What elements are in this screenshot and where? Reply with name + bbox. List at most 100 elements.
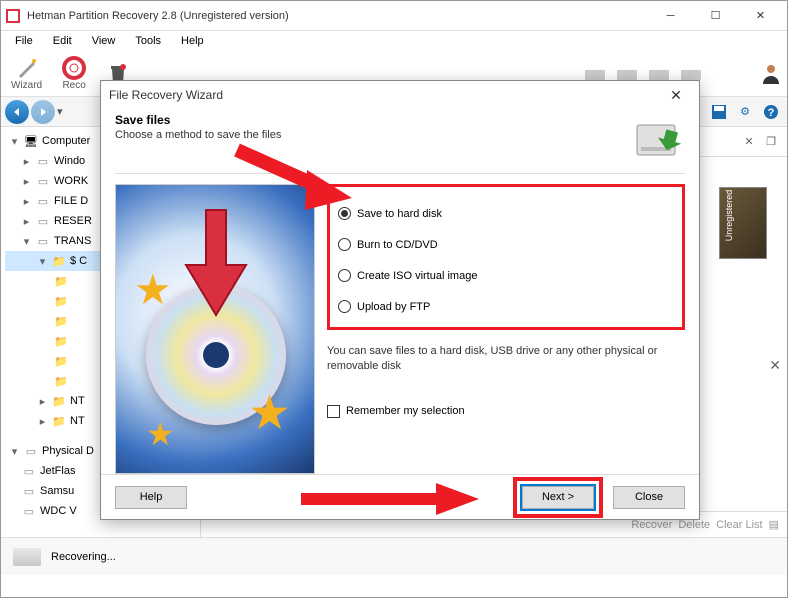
menu-file[interactable]: File — [5, 33, 43, 49]
tree-label: TRANS — [54, 235, 91, 247]
drive-icon: ▭ — [23, 443, 39, 459]
save-options: Save to hard disk Burn to CD/DVD Create … — [327, 184, 685, 474]
maximize-button[interactable]: ☐ — [693, 2, 738, 30]
popout-icon[interactable]: ❐ — [763, 134, 779, 150]
drive-icon: ▭ — [35, 233, 51, 249]
window-title: Hetman Partition Recovery 2.8 (Unregiste… — [27, 10, 648, 22]
folder-icon: 📁 — [51, 253, 67, 269]
expand-icon[interactable]: ▸ — [21, 156, 32, 167]
file-recovery-wizard-dialog: File Recovery Wizard ✕ Save files Choose… — [100, 80, 700, 520]
collapse-icon[interactable]: ▾ — [37, 256, 48, 267]
help-icon[interactable]: ? — [759, 100, 783, 124]
radio-upload-ftp[interactable]: Upload by FTP — [338, 300, 674, 313]
chevron-down-icon[interactable]: ▾ — [57, 105, 63, 118]
app-icon — [5, 8, 21, 24]
computer-icon: 🖥 — [23, 133, 39, 149]
window-controls: ─ ☐ ✕ — [648, 2, 783, 30]
recover-button[interactable]: Reco — [56, 54, 92, 93]
menu-edit[interactable]: Edit — [43, 33, 82, 49]
close-dialog-button[interactable]: Close — [613, 486, 685, 509]
folder-icon: 📁 — [53, 273, 69, 289]
folder-icon: 📁 — [53, 353, 69, 369]
drive-icon: ▭ — [21, 463, 37, 479]
titlebar: Hetman Partition Recovery 2.8 (Unregiste… — [1, 1, 787, 31]
drive-icon: ▭ — [35, 173, 51, 189]
drive-icon: ▭ — [21, 503, 37, 519]
radio-icon — [338, 238, 351, 251]
remember-checkbox[interactable]: Remember my selection — [327, 405, 685, 418]
clearlist-action[interactable]: Clear List — [716, 519, 762, 531]
tree-label: RESER — [54, 215, 92, 227]
wizard-illustration: ★ ★ ★ — [115, 184, 315, 474]
tree-label: Physical D — [42, 445, 94, 457]
dialog-header: Save files Choose a method to save the f… — [115, 109, 685, 173]
recover-label: Reco — [62, 80, 85, 91]
checkbox-icon — [327, 405, 340, 418]
radio-icon — [338, 300, 351, 313]
checkbox-label: Remember my selection — [346, 405, 465, 417]
expand-icon[interactable]: ▸ — [21, 176, 32, 187]
tree-label: NT — [70, 415, 85, 427]
menu-help[interactable]: Help — [171, 33, 214, 49]
dialog-body: Save files Choose a method to save the f… — [101, 109, 699, 474]
collapse-icon[interactable]: ▾ — [9, 136, 20, 147]
expand-icon[interactable]: ▸ — [21, 196, 32, 207]
radio-label: Save to hard disk — [357, 208, 442, 220]
wizard-label: Wizard — [11, 80, 42, 91]
radio-save-hard-disk[interactable]: Save to hard disk — [338, 207, 674, 220]
dialog-footer: Help Next > Close — [101, 474, 699, 519]
dialog-heading: Save files — [115, 113, 633, 127]
options-highlight-box: Save to hard disk Burn to CD/DVD Create … — [327, 184, 685, 330]
minimize-button[interactable]: ─ — [648, 2, 693, 30]
dialog-main: ★ ★ ★ Save to hard disk Burn to CD/DVD — [115, 173, 685, 474]
view-icon[interactable]: ▤ — [769, 518, 779, 531]
delete-action[interactable]: Delete — [678, 519, 710, 531]
tree-label: WDC V — [40, 505, 77, 517]
status-text: Recovering... — [51, 551, 116, 563]
tree-label: WORK — [54, 175, 88, 187]
radio-create-iso[interactable]: Create ISO virtual image — [338, 269, 674, 282]
dialog-close-button[interactable]: ✕ — [661, 82, 691, 108]
statusbar: Recovering... — [1, 537, 787, 575]
radio-burn-cd[interactable]: Burn to CD/DVD — [338, 238, 674, 251]
collapse-icon[interactable]: ▾ — [9, 446, 20, 457]
collapse-icon[interactable]: ▾ — [21, 236, 32, 247]
radio-label: Burn to CD/DVD — [357, 239, 438, 251]
dialog-titlebar: File Recovery Wizard ✕ — [101, 81, 699, 109]
hint-text: You can save files to a hard disk, USB d… — [327, 344, 685, 375]
svg-text:?: ? — [768, 107, 775, 119]
lifebuoy-icon — [62, 56, 86, 80]
expand-icon[interactable]: ▸ — [37, 416, 48, 427]
back-button[interactable] — [5, 100, 29, 124]
radio-icon — [338, 269, 351, 282]
help-button[interactable]: Help — [115, 486, 187, 509]
person-icon — [759, 62, 783, 86]
radio-label: Create ISO virtual image — [357, 270, 477, 282]
drive-icon: ▭ — [35, 153, 51, 169]
expand-icon[interactable]: ▸ — [21, 216, 32, 227]
menu-tools[interactable]: Tools — [125, 33, 171, 49]
drive-icon: ▭ — [35, 213, 51, 229]
close-panel-icon[interactable]: ✕ — [741, 134, 757, 150]
save-icon[interactable] — [707, 100, 731, 124]
folder-icon: 📁 — [53, 373, 69, 389]
dialog-subtitle: Choose a method to save the files — [115, 129, 633, 141]
gear-icon[interactable]: ⚙ — [733, 100, 757, 124]
close-icon[interactable]: ✕ — [769, 357, 781, 374]
expand-icon[interactable]: ▸ — [37, 396, 48, 407]
next-button[interactable]: Next > — [522, 486, 594, 509]
menu-view[interactable]: View — [82, 33, 126, 49]
wizard-button[interactable]: Wizard — [5, 54, 48, 93]
dialog-title: File Recovery Wizard — [109, 88, 661, 102]
close-button[interactable]: ✕ — [738, 2, 783, 30]
folder-icon: 📁 — [53, 293, 69, 309]
radio-icon — [338, 207, 351, 220]
next-highlight-box: Next > — [513, 477, 603, 518]
tree-label: Samsu — [40, 485, 74, 497]
wand-icon — [15, 56, 39, 80]
menubar: File Edit View Tools Help — [1, 31, 787, 51]
folder-icon: 📁 — [51, 393, 67, 409]
folder-icon: 📁 — [53, 333, 69, 349]
recover-action[interactable]: Recover — [631, 519, 672, 531]
forward-button[interactable] — [31, 100, 55, 124]
